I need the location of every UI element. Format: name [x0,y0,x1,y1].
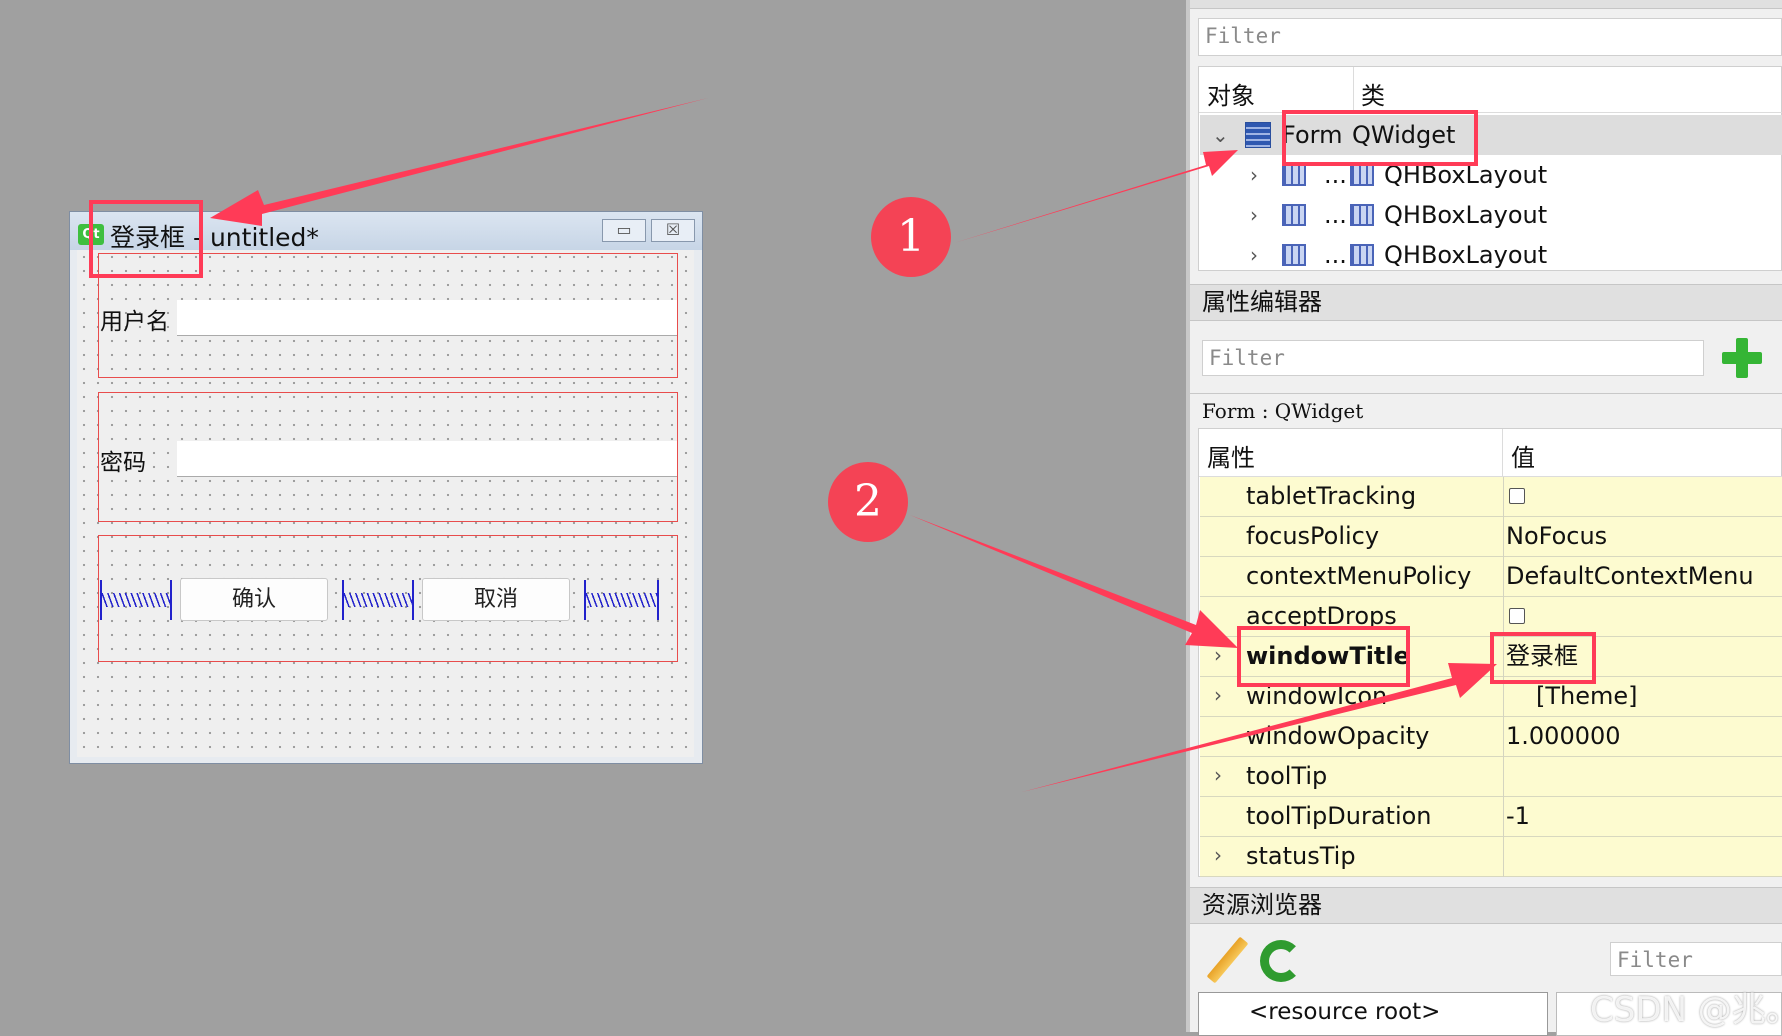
highlight-box-windowtitle-prop [1237,626,1410,687]
prop-name: statusTip [1246,842,1356,870]
tree-object-name: ... [1324,201,1347,229]
hbox-layout-icon [1282,204,1306,226]
password-label[interactable]: 密码 [100,443,146,477]
add-dynamic-property-plus-icon[interactable] [1720,336,1764,380]
col-value-header[interactable]: 值 [1511,438,1535,473]
prop-row-toolTipDuration[interactable]: toolTipDuration -1 [1200,797,1782,837]
prop-value[interactable]: NoFocus [1506,517,1607,555]
resource-browser-title: 资源浏览器 [1190,887,1782,924]
tree-object-class: QHBoxLayout [1384,201,1548,229]
tree-row-layout[interactable]: › ... QHBoxLayout [1200,195,1782,235]
prop-value[interactable]: DefaultContextMenu [1506,557,1754,595]
tree-row-layout[interactable]: › ... QHBoxLayout [1200,235,1782,275]
prop-row-statusTip[interactable]: › statusTip [1200,837,1782,877]
prop-name: windowOpacity [1246,722,1430,750]
prop-row-focusPolicy[interactable]: focusPolicy NoFocus [1200,517,1782,557]
tabletTracking-checkbox[interactable] [1509,488,1525,504]
minimize-button[interactable]: ▭ [602,219,646,242]
highlight-box-windowtitle-value [1490,632,1596,684]
chevron-right-icon[interactable]: › [1250,195,1258,235]
csdn-watermark: CSDN @兆。 [1590,990,1782,1030]
object-inspector-title [1190,0,1782,9]
prop-row-tabletTracking[interactable]: tabletTracking [1200,477,1782,517]
chevron-right-icon[interactable]: › [1250,155,1258,195]
resource-filter-input[interactable]: Filter [1610,942,1782,976]
prop-value[interactable]: 1.000000 [1506,717,1621,755]
username-label[interactable]: 用户名 [100,302,169,336]
form-preview-window: Qt 登录框 - untitled* ▭ ☒ 用户名 密码 确认 取消 [69,211,703,764]
chevron-right-icon[interactable]: › [1214,756,1222,794]
callout-number-1: 1 [871,197,951,277]
chevron-right-icon[interactable]: › [1250,235,1258,275]
chevron-down-icon[interactable]: ⌄ [1212,115,1229,155]
arrow-to-form-title [210,98,708,226]
prop-value[interactable]: -1 [1506,797,1530,835]
prop-name: tabletTracking [1246,482,1417,510]
hbox-layout-icon [1350,204,1374,226]
callout-number-2: 2 [828,462,908,542]
chevron-right-icon[interactable]: › [1214,836,1222,874]
hbox-layout-icon [1282,244,1306,266]
prop-row-windowOpacity[interactable]: windowOpacity 1.000000 [1200,717,1782,757]
close-button[interactable]: ☒ [651,219,695,242]
cancel-button[interactable]: 取消 [422,578,570,621]
tree-object-name: ... [1324,241,1347,269]
form-title-file: untitled* [209,223,319,252]
object-tree[interactable]: 对象 类 ⌄ Form QWidget › ... QHBoxLayout › … [1198,66,1782,271]
property-context-label: Form : QWidget [1190,393,1782,427]
highlight-box-form-object [1282,110,1478,166]
resource-root-item[interactable]: <resource root> [1198,992,1548,1036]
col-property-header[interactable]: 属性 [1207,438,1255,473]
object-tree-header: 对象 类 [1199,67,1782,113]
confirm-button[interactable]: 确认 [180,578,328,621]
horizontal-spacer-right[interactable] [584,580,659,620]
horizontal-spacer-left[interactable] [100,580,172,620]
password-input[interactable] [177,441,677,477]
object-filter-input[interactable]: Filter [1198,18,1782,56]
hbox-layout-icon [1350,164,1374,186]
designer-right-dock: Filter 对象 类 ⌄ Form QWidget › ... QHBoxLa… [1190,0,1782,1036]
prop-row-toolTip[interactable]: › toolTip [1200,757,1782,797]
form-widget-icon [1245,122,1271,148]
property-editor-title: 属性编辑器 [1190,284,1782,321]
username-input[interactable] [177,300,677,336]
hbox-layout-buttons[interactable]: 确认 取消 [98,535,678,662]
form-design-canvas[interactable]: 用户名 密码 确认 取消 [77,250,694,757]
acceptDrops-checkbox[interactable] [1509,608,1525,624]
prop-name: focusPolicy [1246,522,1380,550]
highlight-box-form-title [89,200,203,278]
chevron-right-icon[interactable]: › [1214,636,1222,674]
edit-resources-pencil-icon[interactable] [1202,936,1250,984]
prop-name: toolTipDuration [1246,802,1432,830]
prop-name: contextMenuPolicy [1246,562,1472,590]
property-table-header: 属性 值 [1199,429,1782,477]
col-class-header[interactable]: 类 [1361,76,1385,111]
reload-refresh-icon[interactable] [1260,940,1302,982]
hbox-layout-password[interactable]: 密码 [98,392,678,522]
chevron-right-icon[interactable]: › [1214,676,1222,714]
property-filter-input[interactable]: Filter [1202,340,1704,376]
prop-row-contextMenuPolicy[interactable]: contextMenuPolicy DefaultContextMenu [1200,557,1782,597]
horizontal-spacer-middle[interactable] [342,580,414,620]
tree-object-class: QHBoxLayout [1384,241,1548,269]
col-object-header[interactable]: 对象 [1207,76,1255,111]
hbox-layout-icon [1350,244,1374,266]
prop-name: toolTip [1246,762,1328,790]
hbox-layout-icon [1282,164,1306,186]
